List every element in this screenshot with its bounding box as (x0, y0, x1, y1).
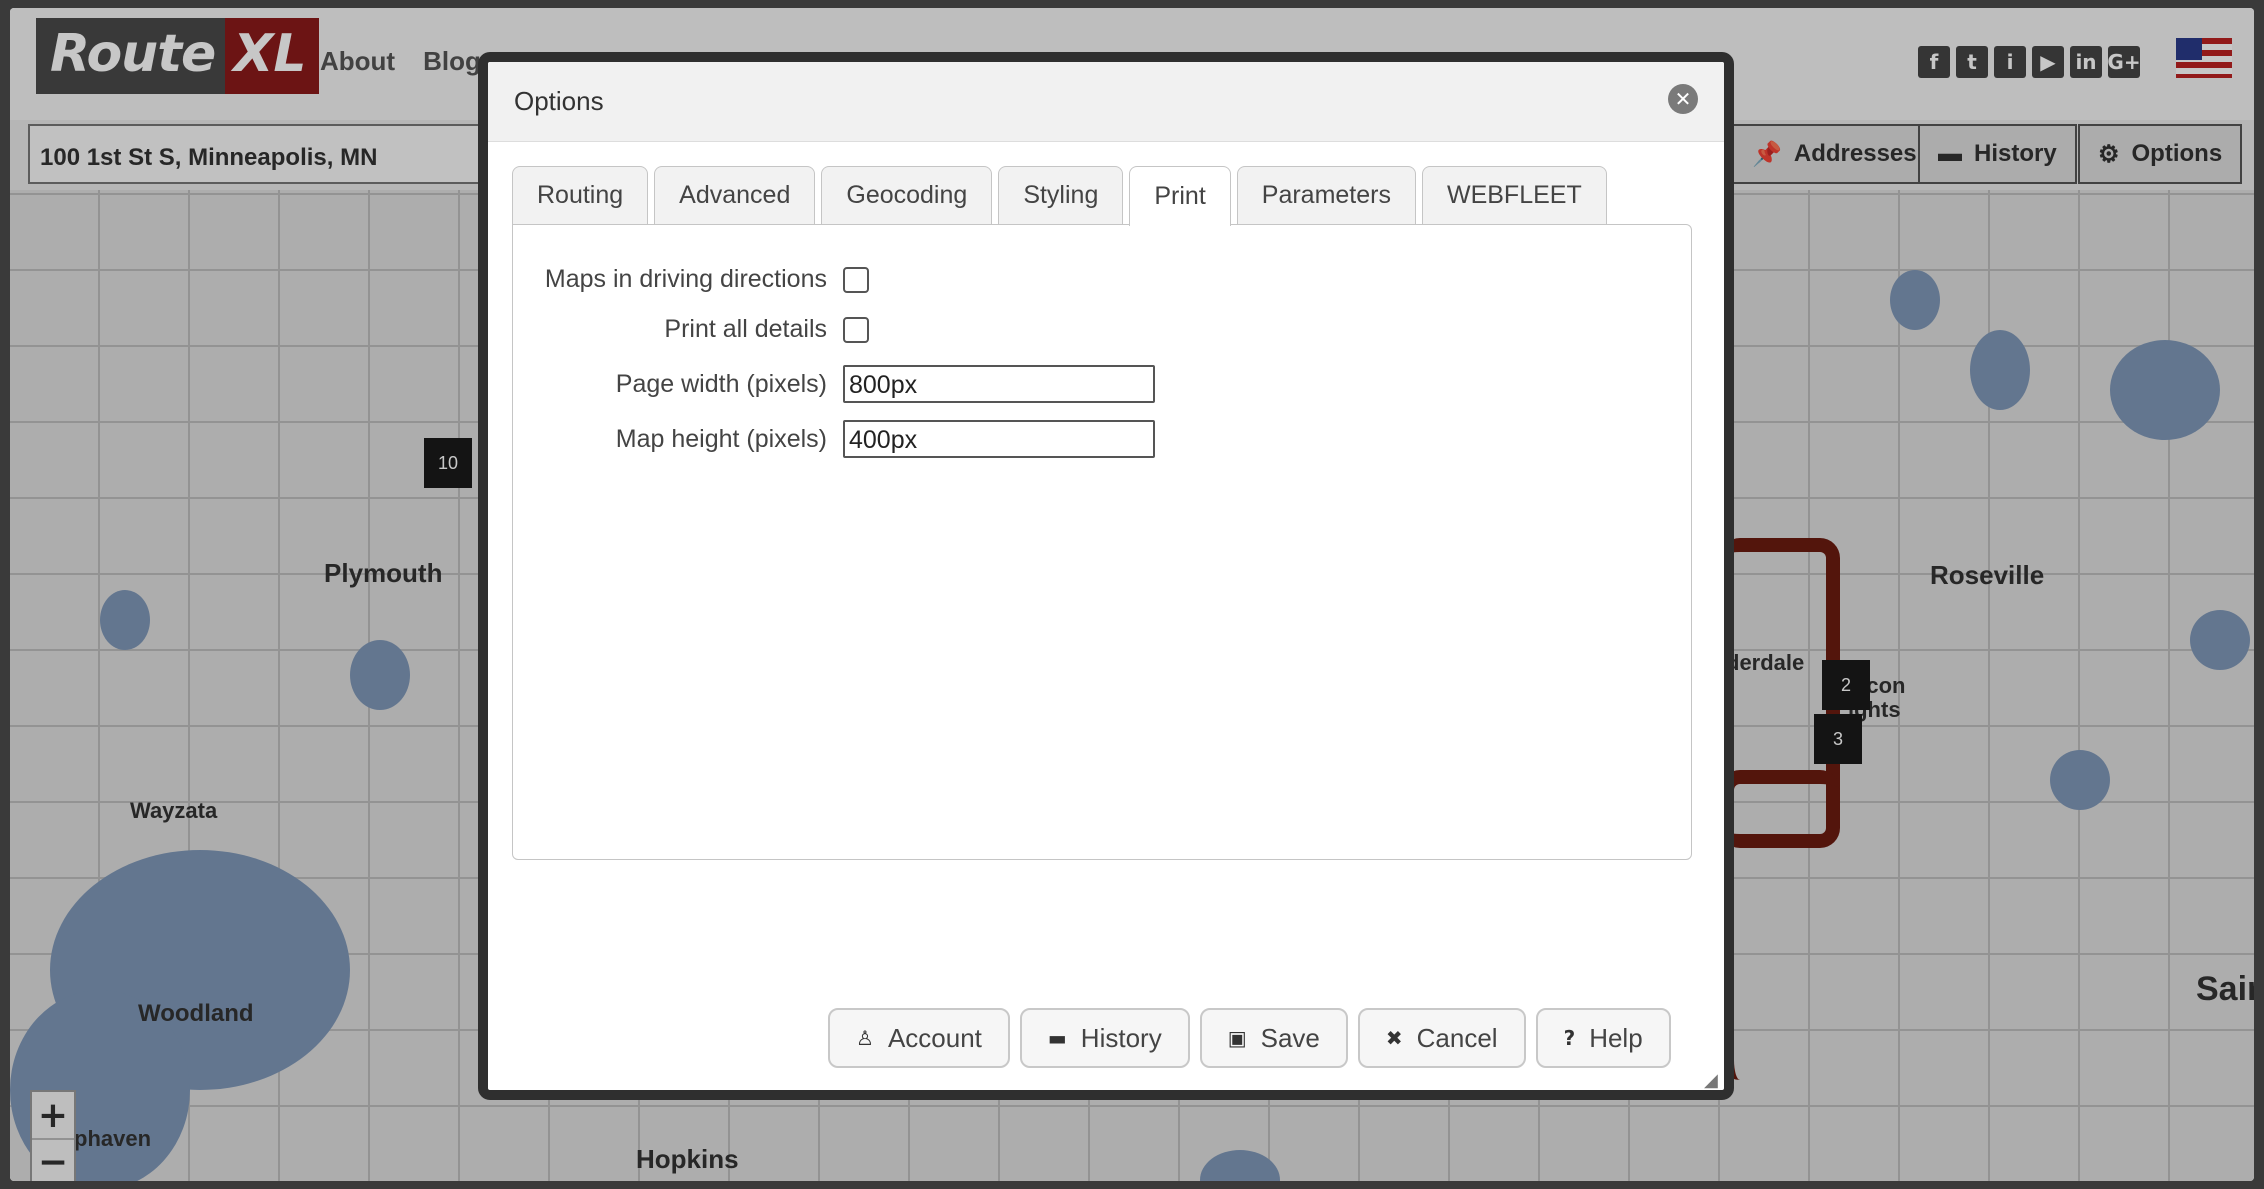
maps-in-directions-label: Maps in driving directions (544, 265, 827, 293)
question-icon: ? (1563, 1026, 1576, 1050)
map-height-input[interactable]: 400px (843, 420, 1155, 458)
maps-in-directions-row: Maps in driving directions (513, 265, 869, 294)
dialog-buttons: ♙ Account ▬ History ▣ Save ✖ Cancel ? He… (828, 1008, 1671, 1068)
dialog-title: Options (514, 86, 604, 116)
print-all-details-row: Print all details (513, 315, 869, 344)
print-all-details-checkbox[interactable] (843, 316, 869, 343)
dialog-titlebar[interactable]: Options ✕ (488, 62, 1724, 142)
print-tab-panel: Maps in driving directions Print all det… (512, 224, 1692, 860)
tab-advanced[interactable]: Advanced (654, 166, 816, 224)
options-dialog: Options ✕ Routing Advanced Geocoding Sty… (478, 52, 1734, 1100)
help-button[interactable]: ? Help (1535, 1008, 1671, 1068)
options-tabs: Routing Advanced Geocoding Styling Print… (512, 166, 1607, 226)
tab-webfleet[interactable]: WEBFLEET (1421, 166, 1607, 224)
history-button[interactable]: ▬ History (1019, 1008, 1190, 1068)
tab-print[interactable]: Print (1129, 166, 1231, 226)
cancel-button[interactable]: ✖ Cancel (1357, 1008, 1526, 1068)
map-height-row: Map height (pixels) 400px (513, 420, 1155, 458)
floppy-disk-icon: ▣ (1227, 1026, 1247, 1050)
tab-routing[interactable]: Routing (512, 166, 649, 224)
save-button[interactable]: ▣ Save (1199, 1008, 1348, 1068)
account-button[interactable]: ♙ Account (828, 1008, 1010, 1068)
help-button-label: Help (1589, 1022, 1643, 1053)
tab-geocoding[interactable]: Geocoding (821, 166, 993, 224)
page-width-label: Page width (pixels) (615, 369, 827, 398)
folder-icon: ▬ (1047, 1026, 1067, 1050)
map-height-label: Map height (pixels) (615, 424, 827, 453)
user-icon: ♙ (856, 1026, 874, 1050)
resize-handle-icon[interactable]: ◢ (1704, 1070, 1718, 1090)
page-width-input[interactable]: 800px (843, 365, 1155, 403)
print-all-details-label: Print all details (664, 315, 827, 343)
maps-in-directions-checkbox[interactable] (843, 266, 869, 293)
cancel-button-label: Cancel (1416, 1022, 1498, 1053)
account-button-label: Account (887, 1022, 982, 1053)
close-icon: ✖ (1385, 1026, 1403, 1050)
close-icon[interactable]: ✕ (1668, 84, 1698, 114)
history-button-label: History (1080, 1022, 1162, 1053)
save-button-label: Save (1260, 1022, 1320, 1053)
tab-parameters[interactable]: Parameters (1236, 166, 1416, 224)
tab-styling[interactable]: Styling (998, 166, 1124, 224)
page-width-row: Page width (pixels) 800px (513, 365, 1155, 403)
